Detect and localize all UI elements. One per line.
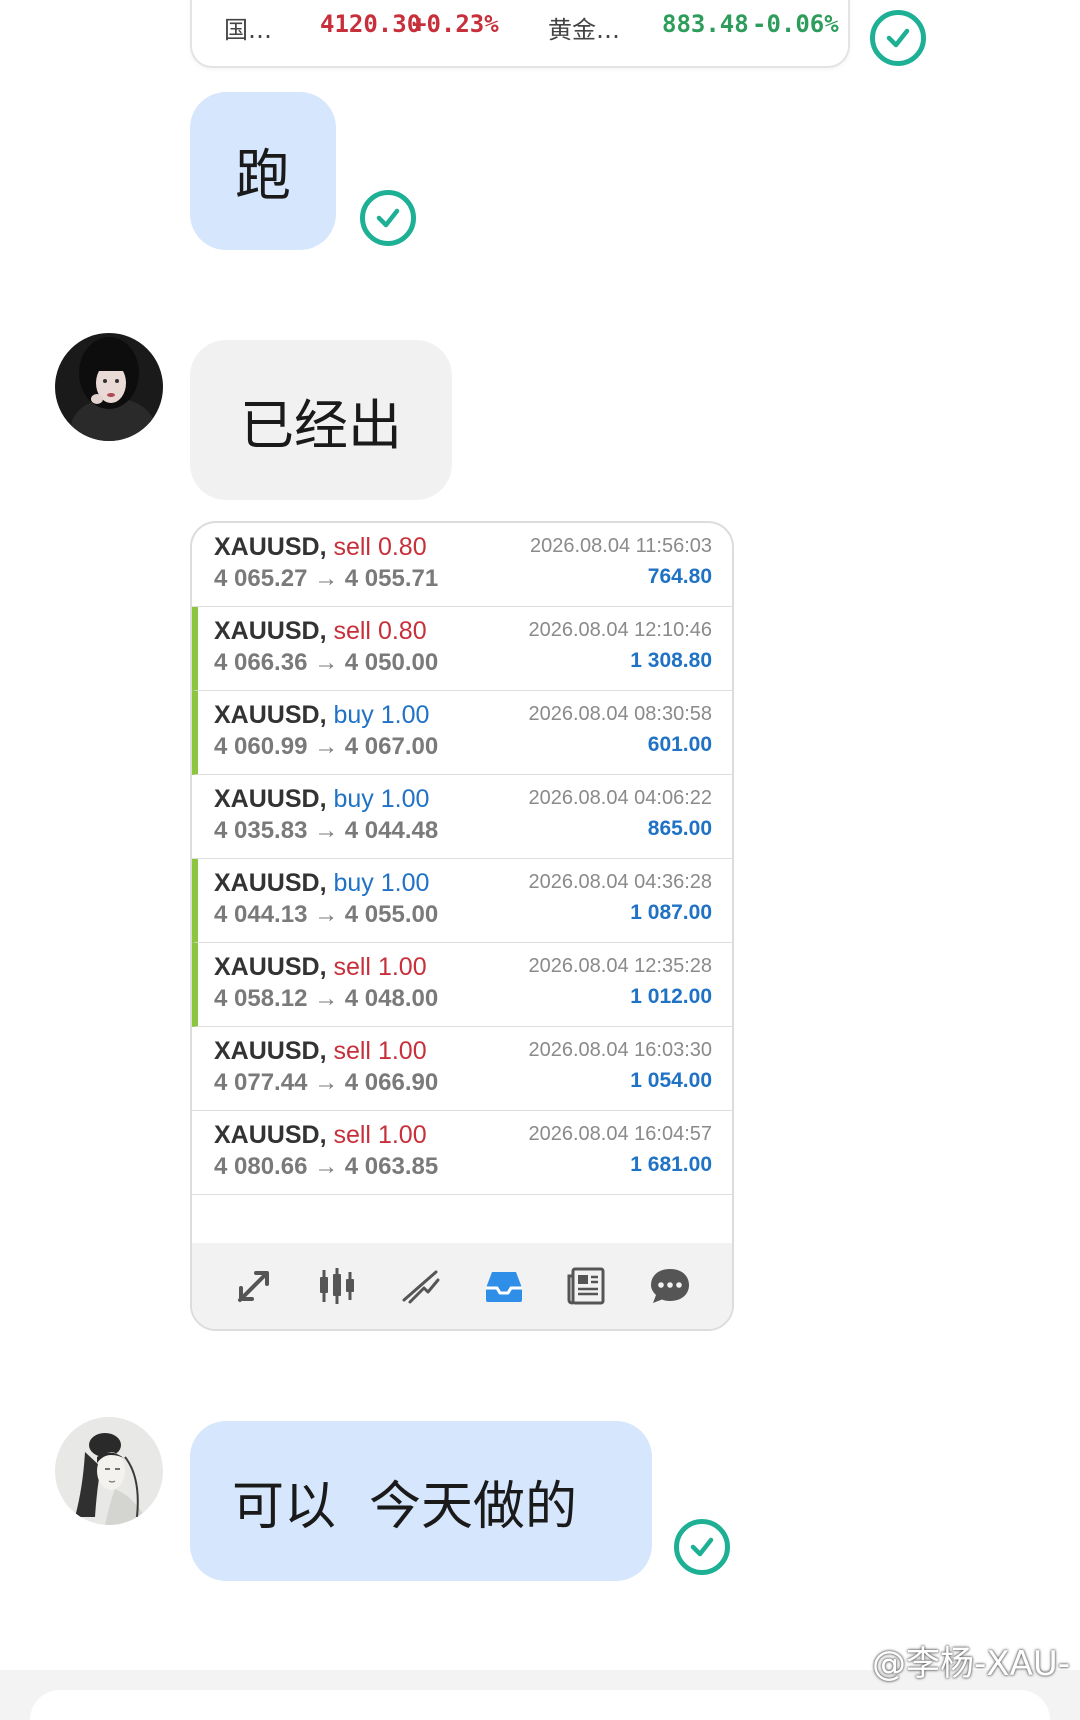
trade-lots: 0.80 [377,617,427,645]
trade-lots: 1.00 [380,701,430,729]
trade-symbol: XAUUSD, [214,869,327,897]
trade-side: sell [333,533,371,561]
chat-icon[interactable] [646,1262,694,1310]
app-tab-bar [192,1243,732,1329]
trade-prices: 4 066.36 → 4 050.00 [214,649,439,676]
trade-profit: 1 681.00 [630,1153,712,1176]
trade-prices: 4 060.99 → 4 067.00 [214,733,439,760]
trade-title: XAUUSD, sell 0.80 [214,617,427,646]
trade-title: XAUUSD, buy 1.00 [214,869,429,898]
trade-side: sell [333,617,371,645]
trade-prices: 4 080.66 → 4 063.85 [214,1153,439,1180]
trade-profit: 1 087.00 [630,901,712,924]
trade-title: XAUUSD, buy 1.00 [214,701,429,730]
read-check-icon [870,10,926,66]
trade-time: 2026.08.04 11:56:03 [529,535,712,557]
trade-symbol: XAUUSD, [214,1037,327,1065]
trade-symbol: XAUUSD, [214,953,327,981]
trade-time: 2026.08.04 04:36:28 [528,871,712,893]
trade-prices: 4 077.44 → 4 066.90 [214,1069,439,1096]
trade-prices: 4 035.83 → 4 044.48 [214,817,439,844]
message-input[interactable] [30,1690,1050,1720]
trade-lots: 1.00 [380,785,430,813]
trade-prices: 4 065.27 → 4 055.71 [214,565,439,592]
trade-profit: 865.00 [647,817,712,840]
avatar[interactable] [55,333,163,441]
trade-row[interactable]: XAUUSD, sell 1.00 4 058.12 → 4 048.00 2026… [192,943,732,1027]
trade-time: 2026.08.04 12:35:28 [528,955,712,977]
trade-icon[interactable] [230,1262,278,1310]
trade-side: buy [333,785,374,813]
trade-row[interactable]: XAUUSD, sell 1.00 4 077.44 → 4 066.90 2026… [192,1027,732,1111]
read-check-icon [360,190,416,246]
trade-side: sell [333,953,371,981]
trade-lots: 1.00 [380,869,430,897]
trade-row[interactable]: XAUUSD, buy 1.00 4 060.99 → 4 067.00 2026.… [192,691,732,775]
trade-side: buy [333,869,374,897]
trade-symbol: XAUUSD, [214,701,327,729]
trade-symbol: XAUUSD, [214,617,327,645]
trade-time: 2026.08.04 16:03:30 [528,1039,712,1061]
message-text: 可以 今天做的 [232,1476,578,1537]
trade-title: XAUUSD, sell 1.00 [214,953,427,982]
trade-symbol: XAUUSD, [214,1121,327,1149]
trade-prices: 4 044.13 → 4 055.00 [214,901,439,928]
message-text: 跑 [235,143,291,209]
trade-title: XAUUSD, sell 0.80 [214,533,427,562]
history-icon[interactable] [480,1262,528,1310]
trade-symbol: XAUUSD, [214,785,327,813]
trade-side: sell [333,1121,371,1149]
trade-row[interactable]: XAUUSD, buy 1.00 4 035.83 → 4 044.48 2026.… [192,775,732,859]
trade-symbol: XAUUSD, [214,533,327,561]
trade-profit: 1 054.00 [630,1069,712,1092]
chart-icon[interactable] [396,1262,444,1310]
trade-title: XAUUSD, buy 1.00 [214,785,429,814]
trade-profit: 764.80 [647,565,712,588]
ticker-price-2: 883.48 [662,10,749,38]
message-text: 已经出 [240,393,402,457]
trade-row[interactable]: XAUUSD, sell 0.80 4 066.36 → 4 050.00 2026… [192,607,732,691]
news-icon[interactable] [563,1262,611,1310]
trade-lots: 1.00 [377,953,427,981]
ticker-change-2: -0.06% [752,10,839,38]
trade-side: buy [333,701,374,729]
trade-profit: 601.00 [647,733,712,756]
trade-title: XAUUSD, sell 1.00 [214,1121,427,1150]
trade-prices: 4 058.12 → 4 048.00 [214,985,439,1012]
trade-history-screenshot[interactable]: XAUUSD, sell 0.80 4 065.27 → 4 055.71 2026… [190,521,734,1331]
watermark-text: @李杨-XAU- [872,1644,1070,1684]
read-check-icon [674,1519,730,1575]
trade-row[interactable]: XAUUSD, sell 0.80 4 065.27 → 4 055.71 2026… [192,523,732,607]
trade-profit: 1 012.00 [630,985,712,1008]
trade-row[interactable]: XAUUSD, sell 1.00 4 080.66 → 4 063.85 2026… [192,1111,732,1195]
message-bubble-sent[interactable]: 跑 [190,92,336,250]
message-bubble-sent[interactable]: 可以 今天做的 [190,1421,652,1581]
ticker-name-2: 黄金… [548,16,620,44]
message-bubble-received[interactable]: 已经出 [190,340,452,500]
ticker-card[interactable]: 国… 4120.30 +0.23% 黄金… 883.48 -0.06% [190,0,850,68]
trade-profit: 1 308.80 [630,649,712,672]
ticker-name-1: 国… [224,16,272,44]
ticker-price-1: 4120.30 [320,10,422,38]
trade-title: XAUUSD, sell 1.00 [214,1037,427,1066]
trade-time: 2026.08.04 08:30:58 [528,703,712,725]
trade-time: 2026.08.04 12:10:46 [528,619,712,641]
trade-lots: 1.00 [377,1037,427,1065]
trade-time: 2026.08.04 16:04:57 [528,1123,712,1145]
trade-lots: 0.80 [377,533,427,561]
avatar[interactable] [55,1417,163,1525]
trade-row[interactable]: XAUUSD, buy 1.00 4 044.13 → 4 055.00 2026.… [192,859,732,943]
ticker-change-1: +0.23% [412,10,499,38]
trade-time: 2026.08.04 04:06:22 [528,787,712,809]
trade-lots: 1.00 [377,1121,427,1149]
candles-icon[interactable] [313,1262,361,1310]
trade-side: sell [333,1037,371,1065]
